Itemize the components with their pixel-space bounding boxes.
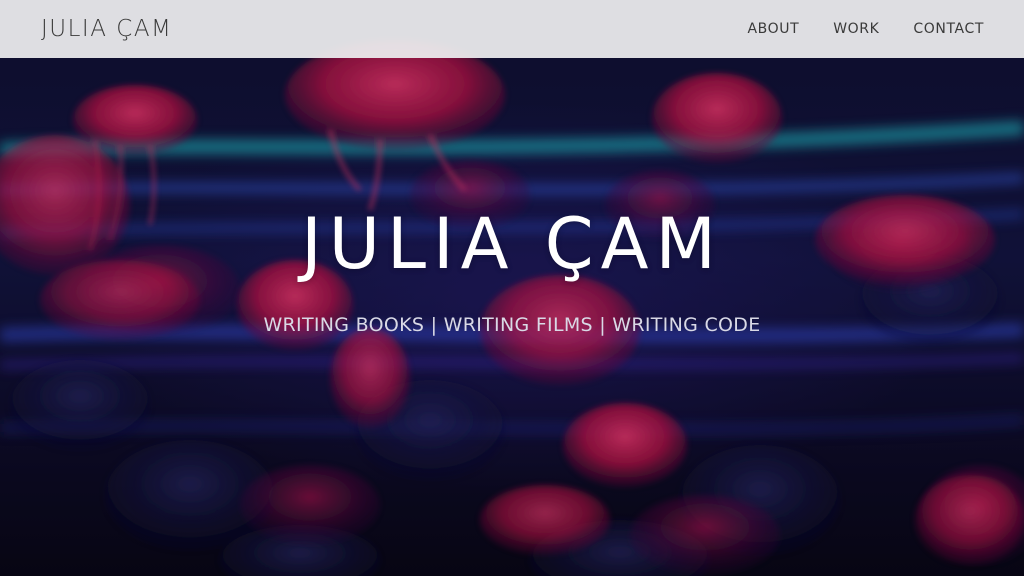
hero-section: JULIA ÇAM WRITING BOOKS | WRITING FILMS …: [0, 196, 1024, 338]
nav-link-contact[interactable]: CONTACT: [913, 21, 984, 37]
nav-link-about[interactable]: ABOUT: [747, 21, 799, 37]
top-navbar: JULIA ÇAM ABOUT WORK CONTACT: [0, 0, 1024, 58]
hero-tagline: WRITING BOOKS | WRITING FILMS | WRITING …: [263, 314, 761, 336]
page: JULIA ÇAM ABOUT WORK CONTACT JULIA ÇAM W…: [0, 0, 1024, 576]
nav-link-work[interactable]: WORK: [833, 21, 879, 37]
hero-title: JULIA ÇAM: [301, 203, 723, 285]
brand-logo-link[interactable]: JULIA ÇAM: [41, 16, 172, 42]
nav-links: ABOUT WORK CONTACT: [747, 21, 984, 37]
